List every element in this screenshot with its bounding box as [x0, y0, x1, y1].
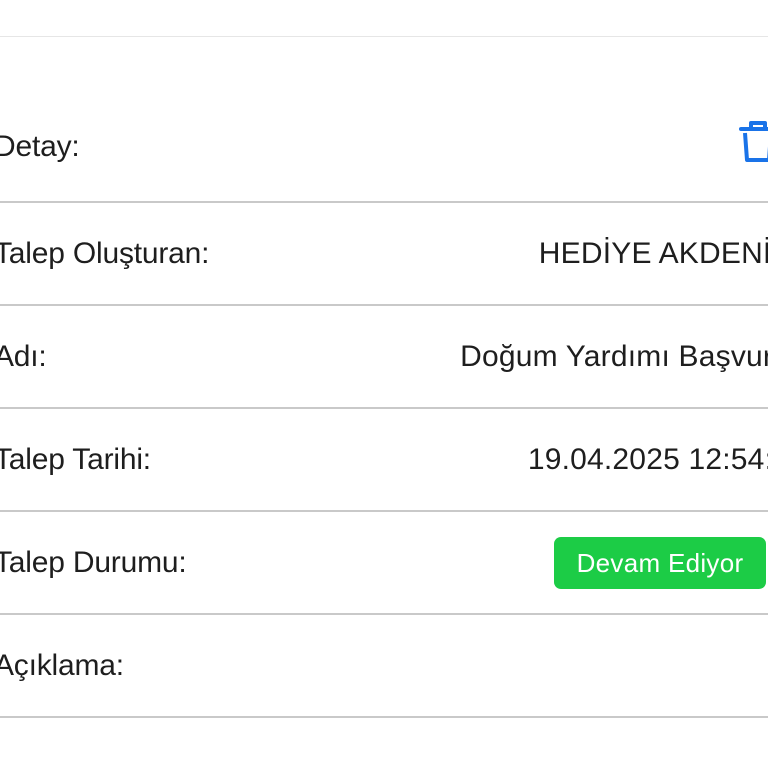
detail-row-detay: Detay: — [0, 92, 768, 203]
detail-row-talep-tarihi: Talep Tarihi: 19.04.2025 12:54:0 — [0, 409, 768, 512]
trash-icon[interactable] — [738, 118, 768, 164]
adi-value: Doğum Yardımı Başvuru — [460, 339, 768, 373]
request-detail-list: Detay: Talep Oluşturan: HEDİYE AKDENİZ A… — [0, 92, 768, 718]
aciklama-label: Açıklama: — [0, 648, 124, 682]
talep-tarihi-value: 19.04.2025 12:54:0 — [527, 442, 768, 476]
talep-durumu-label: Talep Durumu: — [0, 545, 187, 579]
detail-row-talep-durumu: Talep Durumu: Devam Ediyor — [0, 512, 768, 615]
status-badge: Devam Ediyor — [554, 536, 766, 589]
detail-row-aciklama: Açıklama: — [0, 615, 768, 718]
detay-label: Detay: — [0, 129, 80, 163]
talep-olusturan-value: HEDİYE AKDENİZ — [538, 236, 768, 270]
detail-row-adi: Adı: Doğum Yardımı Başvuru — [0, 306, 768, 409]
detail-row-talep-olusturan: Talep Oluşturan: HEDİYE AKDENİZ — [0, 203, 768, 306]
top-divider — [0, 36, 768, 37]
